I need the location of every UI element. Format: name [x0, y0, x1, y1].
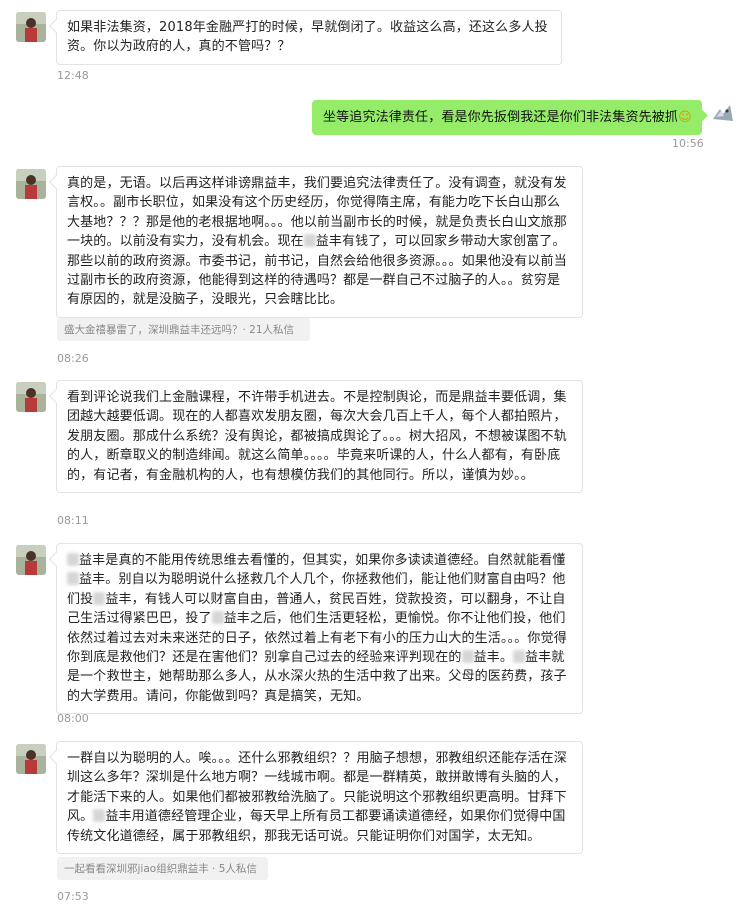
message-bubble-4[interactable]: 看到评论说我们上金融课程，不许带手机进去。不是控制舆论，而是鼎益丰要低调，集团越…: [56, 380, 583, 494]
message-bubble-6[interactable]: 一群自以为聪明的人。唉。。。还什么邪教组织？？用脑子想想，邪教组织还能存活在深圳…: [56, 741, 583, 855]
avatar[interactable]: [16, 382, 46, 412]
message-text-part-a: 益丰是真的不能用传统思维去看懂的，但其实，如果你多读读道德经。自然就能看懂: [79, 553, 566, 568]
avatar[interactable]: [16, 744, 46, 774]
avatar[interactable]: [16, 169, 46, 199]
redacted-mark: [303, 234, 316, 248]
message-bubble-5[interactable]: 益丰是真的不能用传统思维去看懂的，但其实，如果你多读读道德经。自然就能看懂益丰。…: [56, 543, 583, 715]
avatar[interactable]: [16, 545, 46, 575]
redacted-mark: [211, 611, 224, 625]
quoted-reply[interactable]: 盛大金禧暴雷了，深圳鼎益丰还远吗？· 21人私信: [57, 318, 310, 341]
quoted-reply[interactable]: 一起看看深圳邪jiao组织鼎益丰 · 5人私信: [57, 857, 268, 880]
avatar[interactable]: [16, 12, 46, 42]
timestamp: 08:11: [57, 514, 89, 527]
timestamp: 07:53: [57, 890, 89, 903]
message-text: 看到评论说我们上金融课程，不许带手机进去。不是控制舆论，而是鼎益丰要低调，集团越…: [67, 390, 567, 483]
message-text: 坐等追究法律责任，看是你先扳倒我还是你们非法集资先被抓: [323, 110, 679, 125]
message-text-part-e: 益丰。: [473, 650, 513, 666]
timestamp: 10:56: [672, 137, 704, 150]
message-bubble-own[interactable]: 坐等追究法律责任，看是你先扳倒我还是你们非法集资先被抓☺: [312, 100, 702, 136]
redacted-mark: [67, 572, 79, 586]
own-avatar[interactable]: [710, 101, 736, 127]
message-bubble-3[interactable]: 真的是，无语。以后再这样诽谤鼎益丰，我们要追究法律责任了。没有调查，就没有发言权…: [56, 166, 583, 318]
chat-window[interactable]: 如果非法集资，2018年金融严打的时候，早就倒闭了。收益这么高，还这么多人投资。…: [0, 0, 750, 910]
redacted-mark: [512, 650, 525, 664]
redacted-mark: [93, 591, 106, 605]
smile-emoji-icon: ☺: [678, 110, 692, 125]
redacted-mark: [461, 650, 474, 664]
message-bubble-1[interactable]: 如果非法集资，2018年金融严打的时候，早就倒闭了。收益这么高，还这么多人投资。…: [56, 10, 562, 65]
timestamp: 12:48: [57, 69, 89, 82]
timestamp: 08:00: [57, 712, 89, 725]
redacted-mark: [93, 809, 106, 823]
message-text-part-b: 益丰用道德经管理企业，每天早上所有员工都要诵读道德经，如果你们觉得中国传统文化道…: [67, 809, 566, 844]
message-text: 如果非法集资，2018年金融严打的时候，早就倒闭了。收益这么高，还这么多人投资。…: [67, 20, 548, 55]
timestamp: 08:26: [57, 352, 89, 365]
redacted-mark: [67, 553, 79, 566]
